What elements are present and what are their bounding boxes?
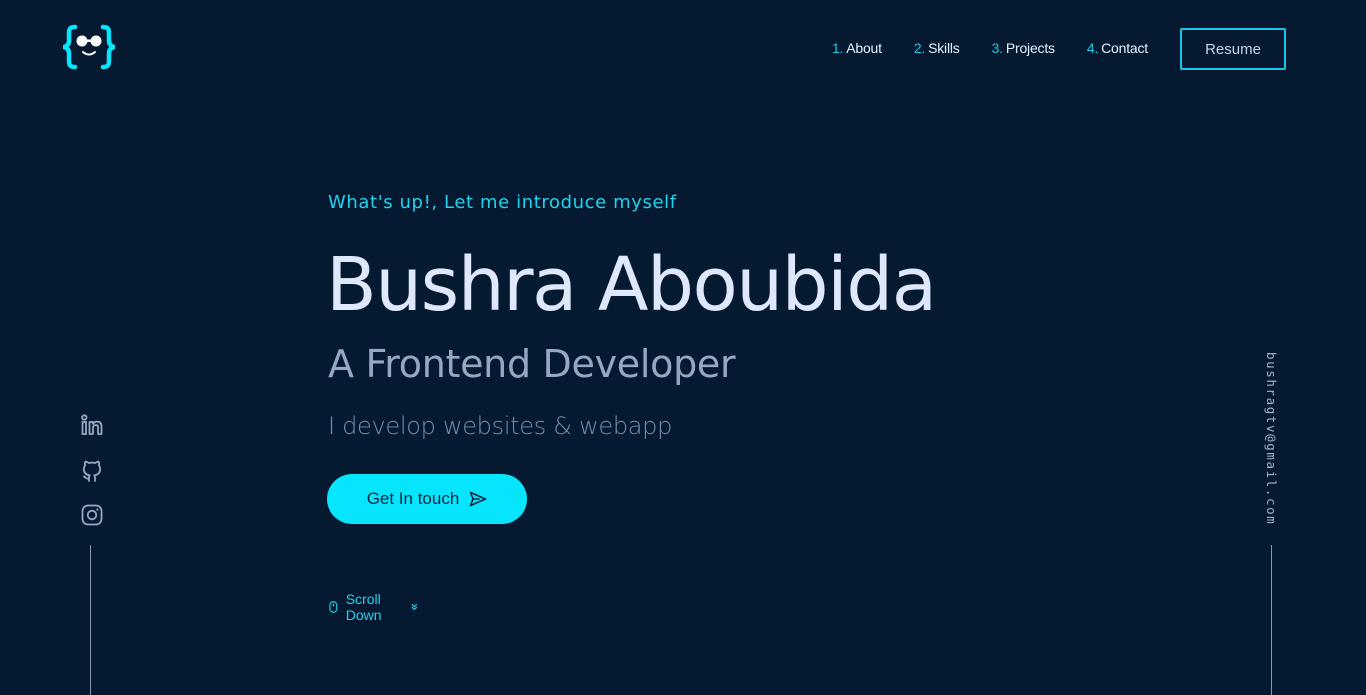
get-in-touch-button[interactable]: Get In touch: [327, 474, 527, 524]
left-divider-line: [90, 545, 91, 695]
hero-role: A Frontend Developer: [328, 342, 736, 386]
hero-name: Bushra Aboubida: [326, 242, 937, 328]
logo[interactable]: [56, 24, 122, 70]
github-icon: [82, 460, 102, 482]
github-link[interactable]: [81, 459, 103, 483]
nav-skills-label: Skills: [928, 40, 960, 56]
resume-button[interactable]: Resume: [1180, 28, 1286, 70]
main-nav: 1. About 2. Skills 3. Projects 4. Contact: [800, 40, 1148, 60]
right-divider-line: [1271, 545, 1272, 695]
nav-skills[interactable]: 2. Skills: [914, 40, 960, 60]
scroll-down-link[interactable]: Scroll Down: [329, 591, 419, 623]
mouse-icon: [329, 601, 338, 613]
hero-tagline: I develop websites & webapp: [328, 412, 673, 440]
nav-about-number: 1.: [831, 40, 844, 56]
scroll-down-label: Scroll Down: [345, 591, 382, 623]
page: 1. About 2. Skills 3. Projects 4. Contact Re…: [0, 0, 1366, 695]
nav-projects-number: 3.: [991, 40, 1003, 56]
email-link[interactable]: bushragtv@gmail.com: [1264, 352, 1279, 525]
get-in-touch-label: Get In touch: [366, 489, 460, 508]
send-icon: [470, 491, 487, 507]
nav-projects-label: Projects: [1005, 40, 1055, 56]
instagram-icon: [81, 504, 103, 526]
linkedin-link[interactable]: [81, 414, 103, 436]
instagram-link[interactable]: [81, 504, 103, 526]
linkedin-icon: [81, 414, 103, 435]
chevrons-down-icon: [411, 603, 418, 611]
nav-contact-label: Contact: [1101, 40, 1148, 56]
nav-contact[interactable]: 4. Contact: [1087, 40, 1148, 60]
nav-contact-number: 4.: [1086, 40, 1099, 56]
intro-text: What's up!, Let me introduce myself: [328, 192, 677, 213]
nav-about[interactable]: 1. About: [832, 40, 882, 60]
nav-about-label: About: [846, 40, 882, 56]
nav-skills-number: 2.: [913, 40, 926, 56]
logo-icon: [56, 24, 122, 70]
nav-projects[interactable]: 3. Projects: [992, 40, 1055, 60]
